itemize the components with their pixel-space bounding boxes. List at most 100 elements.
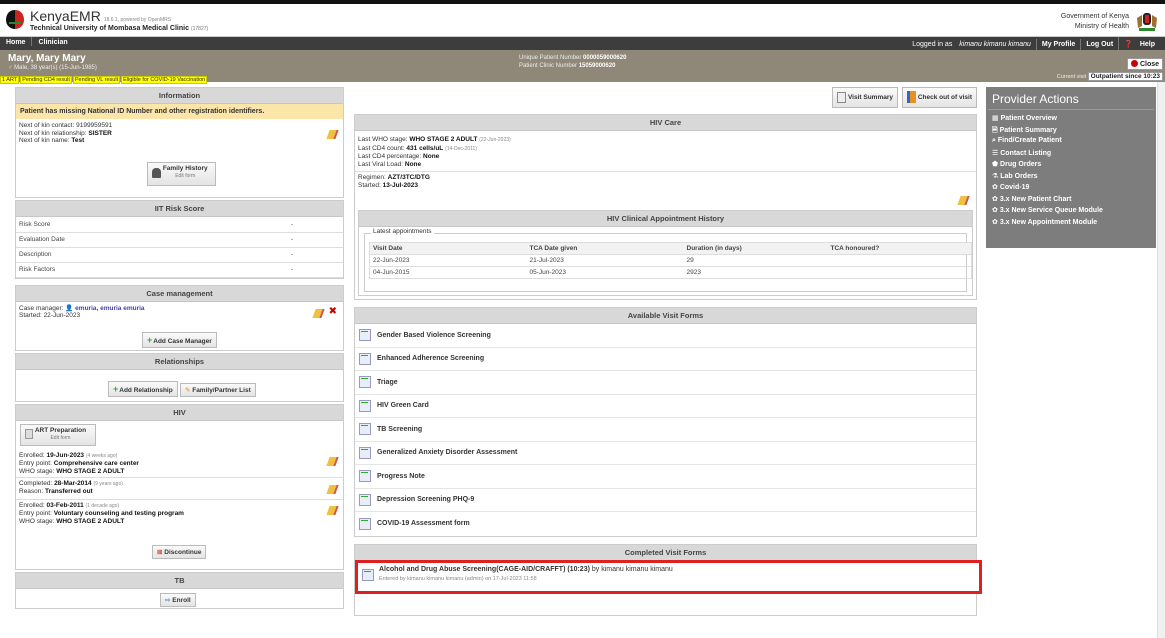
- form-progress-note[interactable]: Progress Note: [355, 465, 976, 489]
- new-appointment-module-link[interactable]: ✿ 3.x New Appointment Module: [986, 217, 1156, 229]
- document-icon: 🗎: [992, 126, 998, 134]
- relationships-title: Relationships: [16, 353, 343, 370]
- close-icon: [1130, 60, 1138, 67]
- new-patient-chart-link[interactable]: ✿ 3.x New Patient Chart: [986, 194, 1156, 206]
- tb-title: TB: [16, 572, 343, 589]
- person-icon: [152, 167, 161, 178]
- new-service-queue-link[interactable]: ✿ 3.x New Service Queue Module: [986, 205, 1156, 217]
- form-gbv-screening[interactable]: Gender Based Violence Screening: [355, 324, 976, 348]
- tb-enroll-button[interactable]: ⇨ Enroll: [160, 592, 196, 607]
- drug-orders-link[interactable]: ⬟ Drug Orders: [986, 159, 1156, 171]
- form-covid19-assessment[interactable]: COVID-19 Assessment form: [355, 512, 976, 536]
- user-icon: 👤: [65, 304, 74, 312]
- app-name: KenyaEMR 18.6.1, powered by OpenMRS: [30, 8, 172, 24]
- available-forms-title: Available Visit Forms: [355, 308, 976, 324]
- gear-icon: ✿: [992, 195, 998, 203]
- form-icon: [25, 429, 33, 439]
- gender-icon: ♂: [8, 65, 13, 71]
- user-nav: Logged in as kimanu kimanu kimanu My Prof…: [902, 37, 1165, 52]
- discontinue-button[interactable]: ⊠ Discontinue: [152, 544, 207, 559]
- patient-summary-link[interactable]: 🗎 Patient Summary: [986, 125, 1156, 137]
- visit-summary-button[interactable]: Visit Summary: [832, 87, 898, 108]
- document-icon: [837, 91, 847, 103]
- help-link[interactable]: ❓ Help: [1118, 37, 1165, 50]
- check-out-button[interactable]: Check out of visit: [902, 87, 977, 108]
- appointment-history-title: HIV Clinical Appointment History: [359, 211, 972, 227]
- visit-toolbar: Visit Summary Check out of visit: [354, 87, 977, 111]
- add-case-manager-button[interactable]: +Add Case Manager: [142, 331, 217, 348]
- latest-appointments-legend: Latest appointments: [371, 228, 434, 235]
- completed-form-item[interactable]: Alcohol and Drug Abuse Screening(CAGE-AI…: [355, 560, 982, 594]
- appointment-history-panel: HIV Clinical Appointment History Latest …: [358, 210, 973, 296]
- tb-panel: TB ⇨ Enroll: [15, 571, 344, 609]
- form-enhanced-adherence[interactable]: Enhanced Adherence Screening: [355, 348, 976, 371]
- form-icon: [359, 376, 371, 389]
- patient-header: Mary, Mary Mary ♂ Male, 38 year(s) (15-J…: [0, 50, 1165, 84]
- government-label: Government of Kenya Ministry of Health: [1060, 13, 1129, 30]
- form-icon: [359, 470, 371, 483]
- plus-icon: +: [147, 334, 153, 345]
- missing-id-warning: Patient has missing National ID Number a…: [16, 104, 343, 119]
- find-create-patient-link[interactable]: ⌕ Find/Create Patient: [986, 136, 1156, 148]
- hiv-enrollment-2: Enrolled: 03-Feb-2011 (1 decade ago) Ent…: [19, 501, 184, 525]
- table-row: 22-Jun-2023 21-Jul-2023 29: [369, 254, 972, 267]
- nav-home[interactable]: Home: [0, 37, 33, 46]
- pill-icon: ⬟: [992, 161, 999, 168]
- iit-panel: IIT Risk Score Risk Score - Evaluation Da…: [15, 200, 344, 279]
- lab-orders-link[interactable]: ⚗ Lab Orders: [986, 171, 1156, 183]
- form-phq9[interactable]: Depression Screening PHQ-9: [355, 489, 976, 512]
- plus-icon: +: [113, 383, 119, 394]
- gear-icon: ✿: [992, 218, 998, 226]
- form-hiv-green-card[interactable]: HIV Green Card: [355, 395, 976, 418]
- edit-regimen-icon[interactable]: [957, 196, 970, 205]
- table-row: Description -: [16, 247, 343, 263]
- enroll-icon: ⇨: [165, 596, 171, 604]
- hiv-enrollment-1: Enrolled: 19-Jun-2023 (4 weeks ago) Entr…: [19, 451, 139, 475]
- current-visit: Current visit Outpatient since 10:23: [1057, 72, 1163, 81]
- patient-overview-link[interactable]: ▦ Patient Overview: [986, 113, 1156, 125]
- clinic-name: Technical University of Mombasa Medical …: [30, 25, 209, 32]
- table-row: Risk Factors -: [16, 262, 343, 278]
- header-visit-date: Visit Date: [369, 242, 527, 255]
- regimen-info: Regimen: AZT/3TC/DTG Started: 13-Jul-202…: [358, 174, 430, 189]
- form-gad-assessment[interactable]: Generalized Anxiety Disorder Assessment: [355, 442, 976, 465]
- patient-name: Mary, Mary Mary: [8, 53, 86, 64]
- art-preparation-button[interactable]: ART Preparation Edit form: [20, 423, 96, 446]
- flask-icon: ⚗: [992, 172, 999, 180]
- current-visit-badge[interactable]: Outpatient since 10:23: [1087, 72, 1163, 81]
- kenyaemr-logo-icon: [6, 10, 24, 29]
- covid19-link[interactable]: ✿ Covid-19: [986, 182, 1156, 194]
- form-triage[interactable]: Triage: [355, 371, 976, 395]
- form-icon: [359, 352, 371, 365]
- main-nav: Home Clinician Logged in as kimanu kimanu…: [0, 37, 1165, 52]
- case-manager-link[interactable]: emuria, emuria emuria: [75, 305, 144, 312]
- form-icon: [359, 399, 371, 412]
- page-scrollbar[interactable]: [1157, 82, 1165, 638]
- completed-forms-panel: Completed Visit Forms Alcohol and Drug A…: [354, 544, 982, 616]
- provider-actions-title: Provider Actions: [988, 87, 1154, 110]
- patient-identifiers: Unique Patient Number 0000059000620 Pati…: [519, 55, 627, 69]
- appointments-header: Visit Date TCA Date given Duration (in d…: [369, 242, 972, 255]
- brand-header: KenyaEMR 18.6.1, powered by OpenMRS Techn…: [0, 4, 1165, 37]
- family-partner-list-button[interactable]: ✎ Family/Partner List: [179, 382, 256, 397]
- add-relationship-button[interactable]: +Add Relationship: [108, 380, 178, 397]
- form-icon: [362, 569, 374, 581]
- available-forms-panel: Available Visit Forms Gender Based Viole…: [354, 307, 977, 537]
- close-patient-button[interactable]: Close: [1126, 58, 1163, 70]
- contact-listing-link[interactable]: ☰ Contact Listing: [986, 148, 1156, 160]
- family-history-button[interactable]: Family History Edit form: [147, 162, 216, 186]
- form-icon: [359, 329, 371, 342]
- header-duration: Duration (in days): [683, 242, 828, 255]
- remove-icon[interactable]: ✖: [329, 306, 337, 317]
- case-manager-info: Case manager: 👤 emuria, emuria emuria St…: [19, 304, 145, 320]
- nav-clinician[interactable]: Clinician: [32, 37, 73, 46]
- logged-in-label: Logged in as kimanu kimanu kimanu: [912, 41, 1031, 48]
- iit-title: IIT Risk Score: [16, 201, 343, 217]
- hiv-care-summary: Last WHO stage: WHO STAGE 2 ADULT (22-Ju…: [358, 136, 511, 168]
- patient-flags: 1 ART Pending CD4 result Pending VL result…: [0, 74, 208, 84]
- form-tb-screening[interactable]: TB Screening: [355, 418, 976, 442]
- header-tca-honoured: TCA honoured?: [827, 242, 972, 255]
- door-exit-icon: [907, 91, 916, 104]
- patient-info: ♂ Male, 38 year(s) (15-Jun-1985): [8, 65, 97, 71]
- next-of-kin: Next of kin contact: 9199959591 Next of …: [19, 122, 113, 144]
